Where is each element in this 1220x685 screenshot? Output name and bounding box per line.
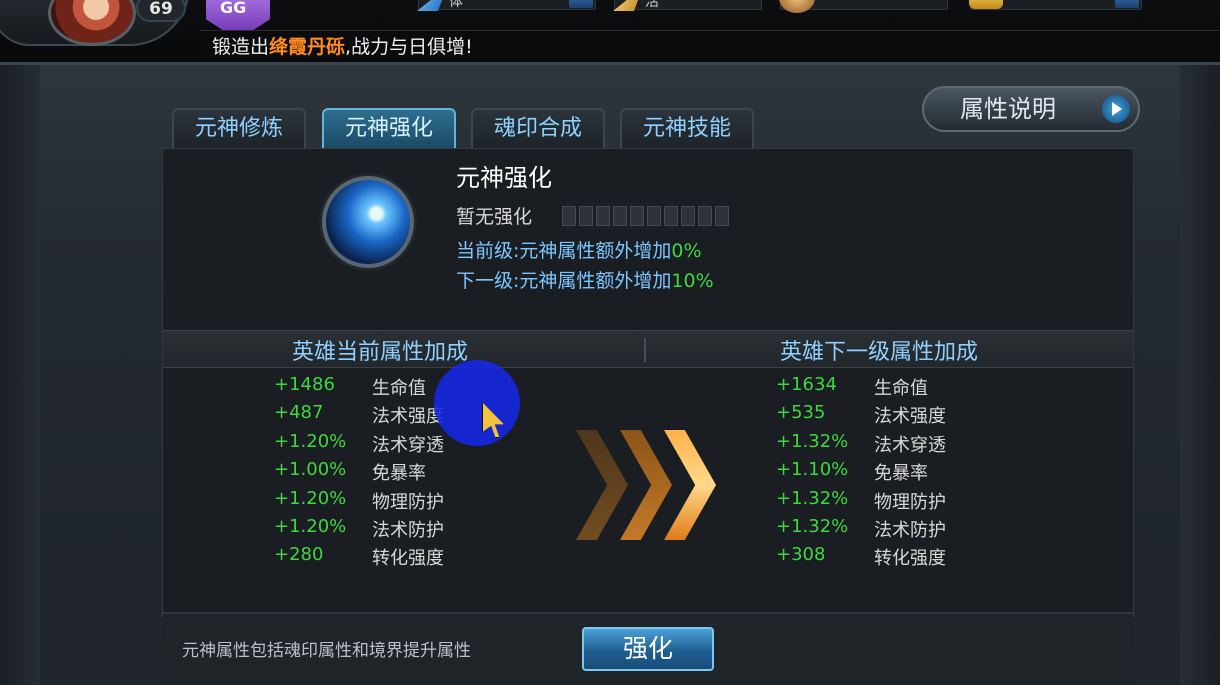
upgrade-arrows-icon	[576, 430, 716, 540]
enhance-level-status: 暂无强化	[456, 206, 533, 228]
current-level-text: 当前级:元神属性额外增加	[456, 240, 672, 262]
next-stat-value: +1634	[776, 374, 837, 395]
next-stat-name: 法术强度	[874, 406, 946, 428]
next-level-line: 下一级:元神属性额外增加10%	[456, 266, 714, 293]
next-stat-name: 免暴率	[874, 463, 928, 485]
progress-pip	[698, 206, 712, 226]
current-stat-name: 生命值	[372, 378, 426, 399]
soul-orb-icon	[322, 176, 414, 268]
touch-indicator	[434, 360, 520, 446]
progress-pip	[681, 206, 695, 226]
gold-add-button[interactable]	[1115, 0, 1139, 8]
panel-edge-left	[0, 65, 40, 685]
ticker-item-name: 绛霞丹砾	[269, 36, 346, 58]
next-stat-value: +1.10%	[776, 459, 849, 481]
progress-pip	[715, 206, 729, 226]
footer-note: 元神属性包括魂印属性和境界提升属性	[182, 641, 471, 661]
progress-pip	[613, 206, 627, 226]
current-stat-row: +280 转化强度	[274, 544, 494, 572]
next-stat-row: +1.32% 法术穿透	[776, 431, 996, 459]
current-stat-row: +1.20% 物理防护	[274, 488, 494, 516]
current-stat-value: +487	[274, 402, 324, 424]
current-stat-value: +1.20%	[274, 430, 347, 452]
current-stat-name: 转化强度	[372, 548, 444, 570]
current-stat-value: +1.20%	[274, 515, 347, 537]
current-stat-name: 免暴率	[372, 463, 426, 485]
attribute-info-button[interactable]: 属性说明	[922, 86, 1140, 132]
progress-pip	[647, 206, 661, 226]
next-stat-row: +1.32% 物理防护	[776, 488, 996, 516]
vitality-icon	[613, 0, 643, 11]
current-level-line: 当前级:元神属性额外增加0%	[456, 236, 702, 263]
news-ticker: 锻造出绛霞丹砾,战力与日俱增!	[212, 32, 473, 59]
current-stat-value: +1.20%	[274, 487, 347, 509]
vitality-resource: 活	[613, 0, 762, 11]
next-stat-row: +1.10% 免暴率	[776, 459, 996, 487]
ticker-suffix: ,战力与日俱增!	[345, 36, 473, 58]
gold-ingot-icon	[969, 0, 1003, 9]
attribute-info-label: 属性说明	[960, 95, 1056, 123]
play-arrow-icon	[1102, 95, 1130, 123]
next-level-value: 10%	[671, 270, 714, 292]
progress-pip	[630, 206, 644, 226]
gold-ingot-resource	[969, 0, 1142, 10]
next-stat-value: +535	[776, 402, 826, 424]
chevron-right-icon	[576, 430, 628, 540]
stamina-label: 体	[449, 0, 463, 10]
progress-pip	[596, 206, 610, 226]
next-stats-header: 英雄下一级属性加成	[780, 340, 979, 365]
top-hud: 69 GG 体 活 锻造出绛霞丹砾,战力与日俱增!	[0, 0, 1220, 62]
coin-resource	[779, 0, 948, 13]
current-stat-name: 物理防护	[372, 491, 444, 513]
next-stat-value: +1.32%	[776, 487, 849, 509]
coin-icon	[779, 0, 815, 13]
next-level-text: 下一级:元神属性额外增加	[456, 270, 672, 292]
ticker-prefix: 锻造出	[212, 36, 270, 58]
tab-soul-seal-synthesis[interactable]: 魂印合成	[471, 108, 605, 148]
current-stat-name: 法术穿透	[372, 434, 444, 456]
current-stat-name: 法术防护	[372, 519, 444, 541]
current-stat-value: +1486	[274, 374, 335, 395]
tab-soul-cultivation[interactable]: 元神修炼	[172, 108, 306, 148]
tab-soul-enhance[interactable]: 元神强化	[322, 108, 456, 148]
current-stat-row: +1.00% 免暴率	[274, 459, 494, 487]
stamina-resource: 体	[417, 0, 596, 11]
enhance-button[interactable]: 强化	[582, 627, 714, 671]
vitality-label: 活	[645, 0, 659, 10]
next-stat-value: +308	[776, 544, 826, 566]
progress-pip	[562, 206, 576, 226]
progress-pip	[579, 206, 593, 226]
vip-label: GG	[220, 0, 247, 17]
next-stats-list: +1634 生命值 +535 法术强度 +1.32% 法术穿透 +1.10% 免暴率 +1.32…	[776, 374, 996, 573]
stats-header-divider	[644, 338, 646, 362]
current-stat-value: +280	[274, 544, 324, 566]
current-stat-value: +1.00%	[274, 459, 347, 481]
panel-edge-right	[1180, 65, 1220, 685]
next-stat-row: +535 法术强度	[776, 402, 996, 430]
stamina-add-button[interactable]	[569, 0, 593, 8]
enhance-progress-pips	[562, 206, 729, 226]
progress-pip	[664, 206, 678, 226]
skill-title: 元神强化	[456, 164, 552, 192]
next-stat-row: +308 转化强度	[776, 544, 996, 572]
next-stat-name: 转化强度	[874, 548, 946, 570]
next-stat-name: 物理防护	[874, 491, 946, 513]
next-stat-value: +1.32%	[776, 430, 849, 452]
next-stat-name: 法术防护	[874, 519, 946, 541]
tab-soul-skills[interactable]: 元神技能	[620, 108, 754, 148]
next-stat-row: +1634 生命值	[776, 374, 996, 402]
current-stats-header: 英雄当前属性加成	[292, 340, 469, 365]
current-stat-row: +1.20% 法术防护	[274, 516, 494, 544]
player-level-badge: 69	[136, 0, 186, 22]
current-level-value: 0%	[671, 240, 702, 262]
next-stat-row: +1.32% 法术防护	[776, 516, 996, 544]
next-stat-value: +1.32%	[776, 515, 849, 537]
stamina-icon	[417, 0, 447, 11]
next-stat-name: 生命值	[874, 378, 928, 399]
next-stat-name: 法术穿透	[874, 434, 946, 456]
